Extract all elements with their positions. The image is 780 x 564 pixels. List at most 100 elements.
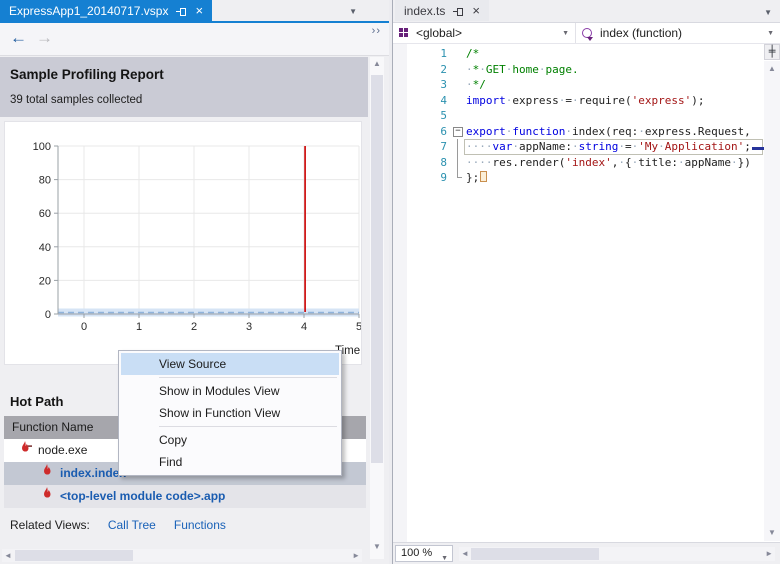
code-token: · [538,62,546,76]
function-name: index.index [60,466,127,480]
chevron-down-icon: ▼ [441,555,448,562]
code-token: · [730,155,738,169]
code-token: }; [466,171,480,184]
table-row[interactable]: <top-level module code>.app [4,485,366,508]
svg-text:1: 1 [136,321,142,333]
line-number: 8 [440,155,447,169]
menu-item[interactable]: View Source [121,353,339,375]
close-icon[interactable]: × [472,4,480,17]
code-text: ····res.render('index',·{·title:·appName… [466,155,751,171]
code-token: · [571,140,579,153]
report-toolbar: ← → ›› [0,23,389,56]
toolbar-overflow-icon[interactable]: ›› [372,25,381,37]
function-name: <top-level module code>.app [60,489,226,503]
code-line: 6− export·function·index(req:·express.Req… [393,124,780,140]
related-view-link-call-tree[interactable]: Call Tree [108,518,156,532]
scroll-right-icon[interactable]: ► [765,550,773,558]
code-token: */ [472,78,486,91]
page-title: Sample Profiling Report [10,67,164,82]
code-token: · [466,62,473,76]
code-text: /* [466,46,479,62]
scroll-down-icon[interactable]: ▼ [768,528,776,537]
line-number: 5 [440,109,447,122]
module-icon [399,28,409,38]
pin-icon[interactable] [176,6,187,16]
scope-dropdown[interactable]: <global> ▼ [393,23,576,43]
menu-item[interactable]: Show in Modules View [119,380,341,402]
code-token: · [638,124,645,138]
scroll-left-icon[interactable]: ◄ [4,552,12,560]
code-token: title: [638,155,678,169]
pin-icon[interactable] [453,6,464,16]
member-dropdown-value: index (function) [600,26,683,40]
scroll-left-icon[interactable]: ◄ [461,550,469,558]
fold-margin [452,108,464,124]
fold-margin [452,170,464,186]
zoom-level-dropdown[interactable]: 100 % ▼ [395,545,453,562]
left-vertical-scrollbar[interactable]: ▲ ▼ [370,57,384,559]
menu-item[interactable]: Show in Function View [119,402,341,424]
split-window-handle[interactable]: ╪ [764,44,780,60]
tab-index-ts[interactable]: index.ts × [395,0,489,21]
code-token: · [479,62,486,76]
code-token: page. [545,62,579,76]
code-editor[interactable]: 1/* 2 ·*·GET·home·page. 3 ·*/4 import·express… [393,44,780,542]
related-views-label: Related Views: [10,518,90,532]
code-text: ·*/ [466,77,486,93]
report-header: Sample Profiling Report 39 total samples… [0,57,368,117]
tab-expressapp-vspx[interactable]: ExpressApp1_20140717.vspx × [0,0,213,21]
code-token: 'express' [631,93,692,107]
end-of-buffer-marker [480,171,488,182]
tab-title: index.ts [404,3,446,18]
profiling-report-panel: ExpressApp1_20140717.vspx × ▼ ← → ›› Sam… [0,0,389,564]
member-dropdown[interactable]: index (function) ▼ [576,23,780,43]
editor-vertical-scrollbar[interactable]: ▲ ▼ [764,61,780,541]
related-view-link-functions[interactable]: Functions [174,518,226,532]
menu-item[interactable]: Find [119,451,341,473]
line-number: 1 [440,47,447,60]
code-token: · [618,140,625,153]
samples-collected-text: 39 total samples collected [10,94,143,106]
chevron-down-icon: ▼ [562,30,569,37]
code-line: 8 ····res.render('index',·{·title:·appNam… [393,154,780,171]
scroll-up-icon[interactable]: ▲ [768,64,776,73]
fold-margin [452,46,464,62]
code-text: export·function·index(req:·express.Reque… [466,124,751,140]
editor-horizontal-scrollbar[interactable]: ◄ ► [459,547,775,561]
code-token: require( [578,93,632,107]
visual-studio-window: ExpressApp1_20140717.vspx × ▼ ← → ›› Sam… [0,0,780,564]
scrollbar-thumb[interactable] [471,548,599,560]
svg-text:2: 2 [191,321,197,333]
code-token: string [578,140,619,153]
cpu-timeline-chart: 0 1 2 3 4 5 0 20 40 60 80 100 Time [4,121,362,365]
code-token: express [512,93,559,107]
svg-text:20: 20 [39,275,51,287]
scrollbar-thumb[interactable] [15,550,133,561]
code-token: appName [684,155,731,169]
scroll-right-icon[interactable]: ► [352,552,360,560]
code-line: 9}; [393,170,780,186]
editor-bottom-bar: 100 % ▼ ◄ ► [393,542,780,564]
scroll-up-icon[interactable]: ▲ [373,60,381,68]
tab-list-dropdown-icon[interactable]: ▼ [349,7,357,16]
chevron-down-icon: ▼ [767,30,774,37]
fold-margin [452,77,464,93]
scrollbar-thumb[interactable] [371,75,383,463]
tab-list-dropdown-icon[interactable]: ▼ [764,8,772,17]
menu-item[interactable]: Copy [119,429,341,451]
back-arrow-icon[interactable]: ← [10,28,27,48]
scroll-down-icon[interactable]: ▼ [373,543,381,551]
collapse-region-icon[interactable]: − [452,124,464,140]
svg-text:4: 4 [301,321,307,333]
code-token: export [466,124,506,138]
line-number: 6 [440,124,447,138]
code-token: · [571,93,579,107]
code-token: appName: [519,140,572,153]
close-icon[interactable]: × [195,4,203,17]
zoom-level-value: 100 % [401,547,433,559]
code-token: /* [466,47,480,60]
code-token: }) [737,155,751,169]
fold-margin [452,154,464,170]
flame-icon [40,485,54,508]
left-horizontal-scrollbar[interactable]: ◄ ► [2,549,362,562]
